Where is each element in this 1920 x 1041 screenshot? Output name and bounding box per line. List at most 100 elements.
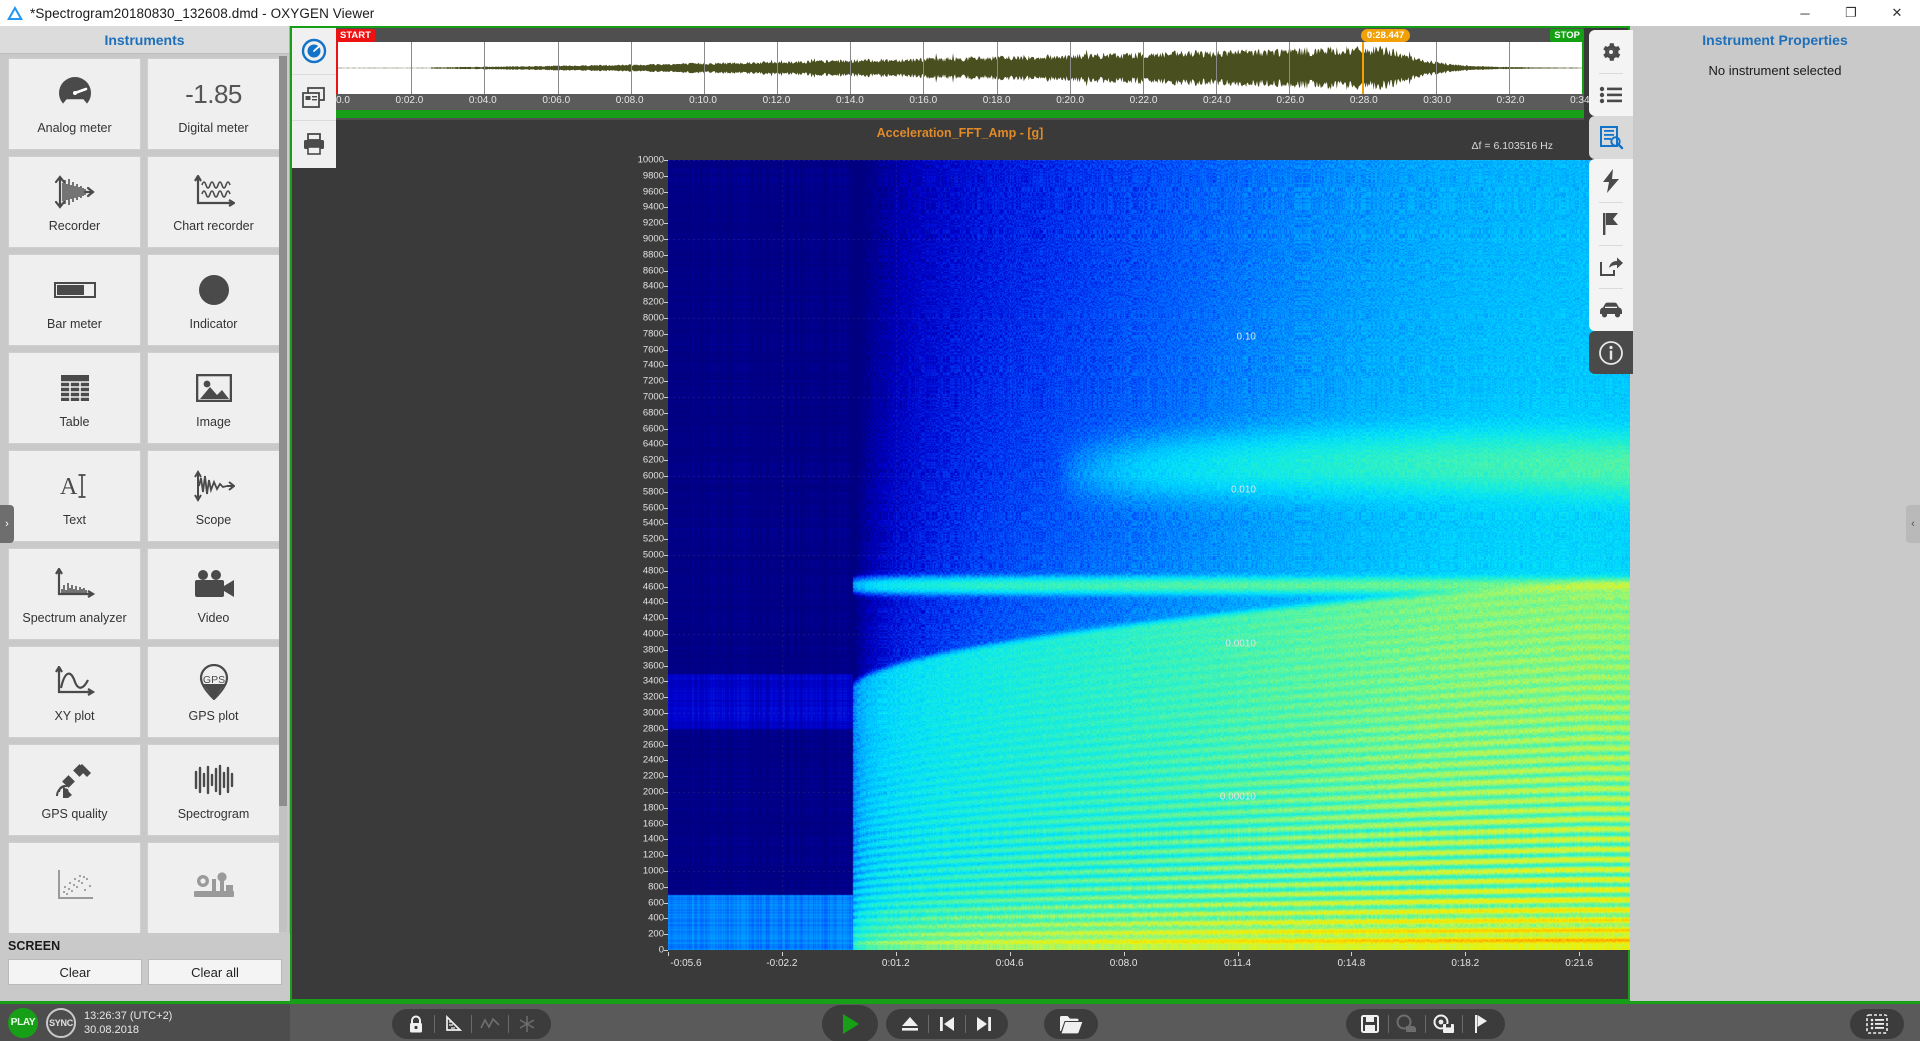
instrument-tile-spectrum-analyzer[interactable]: Spectrum analyzer <box>8 548 141 640</box>
frequency-tick-label: 2600 <box>642 739 664 751</box>
prev-button[interactable] <box>929 1010 965 1038</box>
spectrogram-icon <box>194 759 234 801</box>
instrument-tile-gps-quality[interactable]: GPS quality <box>8 744 141 836</box>
eject-button[interactable] <box>892 1010 928 1038</box>
next-button[interactable] <box>966 1010 1002 1038</box>
overview-strip[interactable]: START 0:28.447 STOP 0:00.0 0:02.0 0:04.0 0:… <box>322 28 1598 202</box>
time-tick-label: 0:04.6 <box>995 958 1024 969</box>
instrument-tile-label: XY plot <box>54 709 95 723</box>
instrument-tile-spectrogram[interactable]: Spectrogram <box>147 744 280 836</box>
instrument-tile-label: GPS quality <box>41 807 108 821</box>
instrument-tile-chart-recorder[interactable]: Chart recorder <box>147 156 280 248</box>
instrument-grid: Analog meter -1.85 Digital meter Recorder Ch… <box>0 54 290 934</box>
open-file-pill[interactable] <box>1044 1009 1098 1039</box>
layers-tool-icon[interactable] <box>292 74 336 120</box>
instrument-tile-machine[interactable] <box>147 842 280 934</box>
instruments-scrollbar[interactable] <box>279 56 287 932</box>
instrument-tile-bar-meter[interactable]: Bar meter <box>8 254 141 346</box>
print-tool-icon[interactable] <box>292 120 336 166</box>
ruler-icon[interactable] <box>435 1010 471 1038</box>
info-icon[interactable] <box>1589 331 1633 374</box>
list-icon[interactable] <box>1589 73 1633 116</box>
frequency-tick-label: 800 <box>648 881 664 893</box>
overview-gridline <box>1582 42 1583 94</box>
frequency-tick-label: 3000 <box>642 707 664 719</box>
menu-button[interactable] <box>1850 1009 1904 1039</box>
frequency-tick-label: 9600 <box>642 186 664 198</box>
storage-tools-pill <box>1346 1009 1505 1039</box>
overview-waveform[interactable] <box>336 42 1584 94</box>
frequency-tick-label: 9800 <box>642 170 664 182</box>
text-icon: A <box>58 465 92 507</box>
image-icon <box>195 367 232 409</box>
instrument-tile-recorder[interactable]: Recorder <box>8 156 141 248</box>
save-icon[interactable] <box>1352 1010 1388 1038</box>
play-state-badge[interactable]: PLAY <box>8 1007 38 1038</box>
open-file-button[interactable] <box>1053 1010 1089 1038</box>
instrument-tile-digital-meter[interactable]: -1.85 Digital meter <box>147 58 280 150</box>
spectrogram-delta-f-label: Δf = 6.103516 Hz <box>1471 140 1553 152</box>
sync-state-badge[interactable]: SYNC <box>46 1007 76 1038</box>
overview-gridline <box>703 42 705 94</box>
instrument-tile-gps-plot[interactable]: GPS GPS plot <box>147 646 280 738</box>
overview-gridline <box>850 42 852 94</box>
instrument-tile-xy-plot[interactable]: XY plot <box>8 646 141 738</box>
status-bar: PLAY SYNC 13:26:37 (UTC+2) 30.08.2018 <box>0 1001 1920 1041</box>
instrument-tile-label: Text <box>63 513 86 527</box>
clock-date: 30.08.2018 <box>84 1023 140 1036</box>
lock-icon[interactable] <box>398 1010 434 1038</box>
frequency-tick-label: 6000 <box>642 470 664 482</box>
overview-cursor-line[interactable] <box>1361 42 1364 94</box>
frequency-tick-label: 8200 <box>642 296 664 308</box>
overview-gridline <box>484 42 486 94</box>
frequency-tick-label: 1000 <box>642 865 664 877</box>
colorbar-tick-label: 0.00010 <box>1219 791 1256 803</box>
instrument-tile-indicator[interactable]: Indicator <box>147 254 280 346</box>
spectrogram-widget[interactable]: Acceleration_FFT_Amp - [g] Δf = 6.103516… <box>292 120 1866 999</box>
screen-buttons: Clear Clear all <box>8 959 282 985</box>
instrument-tile-video[interactable]: Video <box>147 548 280 640</box>
instrument-tile-matrix[interactable] <box>8 842 141 934</box>
instrument-tile-label: Chart recorder <box>173 219 254 233</box>
right-panel-collapse-handle[interactable]: ‹ <box>1906 505 1920 543</box>
status-bar-left: PLAY SYNC 13:26:37 (UTC+2) 30.08.2018 <box>0 1004 290 1041</box>
lightning-icon[interactable] <box>1589 159 1633 202</box>
digital-meter-value: -1.85 <box>185 78 242 109</box>
vehicle-icon[interactable] <box>1589 288 1633 331</box>
minimize-button[interactable]: ─ <box>1782 0 1828 26</box>
overview-gridline <box>557 42 559 94</box>
instrument-tile-scope[interactable]: Scope <box>147 450 280 542</box>
frequency-tick-label: 5600 <box>642 502 664 514</box>
gauge-tool-icon[interactable] <box>292 28 336 74</box>
instrument-tile-table[interactable]: Table <box>8 352 141 444</box>
frequency-tick-label: 6200 <box>642 454 664 466</box>
instrument-tile-image[interactable]: Image <box>147 352 280 444</box>
channel-list-icon[interactable] <box>1589 116 1633 159</box>
instrument-tile-label: Digital meter <box>178 121 249 135</box>
clear-all-button[interactable]: Clear all <box>148 959 282 985</box>
maximize-button[interactable]: ❐ <box>1828 0 1874 26</box>
store-config-icon[interactable] <box>1426 1010 1462 1038</box>
gps-quality-icon <box>55 759 95 801</box>
marker-icon[interactable] <box>1463 1010 1499 1038</box>
clear-button[interactable]: Clear <box>8 959 142 985</box>
overview-range-bar[interactable]: ˄ <box>336 110 1584 202</box>
export-icon[interactable] <box>1589 245 1633 288</box>
frequency-tick-label: 7400 <box>642 359 664 371</box>
close-button[interactable]: ✕ <box>1874 0 1920 26</box>
instruments-scroll-thumb[interactable] <box>279 56 287 806</box>
time-tick-mark <box>1351 952 1353 956</box>
instrument-tile-label: GPS plot <box>188 709 239 723</box>
instrument-tile-label: Image <box>196 415 231 429</box>
transport-pill <box>886 1009 1008 1039</box>
overview-gridline <box>1216 42 1218 94</box>
gear-icon[interactable] <box>1589 30 1633 73</box>
overview-tick-label: 0:28.0 <box>1349 95 1378 106</box>
play-button[interactable] <box>822 1005 878 1041</box>
menu-icon[interactable] <box>1859 1010 1895 1038</box>
left-panel-collapse-handle[interactable]: › <box>0 505 14 543</box>
frequency-tick-label: 6600 <box>642 423 664 435</box>
instrument-tile-text[interactable]: A Text <box>8 450 141 542</box>
instrument-tile-analog-meter[interactable]: Analog meter <box>8 58 141 150</box>
flag-icon[interactable] <box>1589 202 1633 245</box>
